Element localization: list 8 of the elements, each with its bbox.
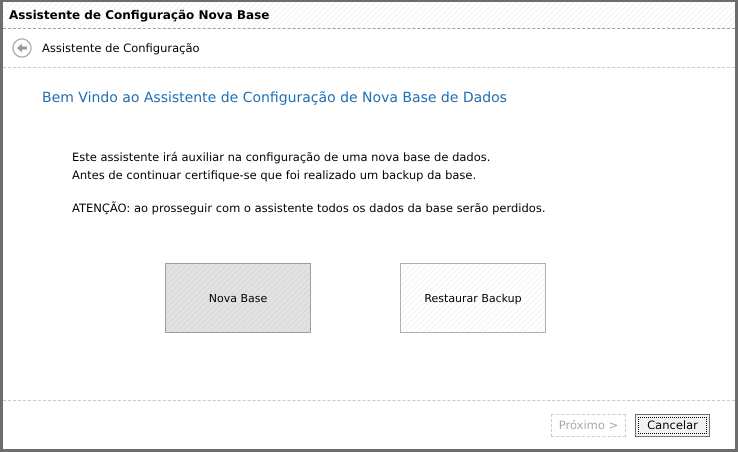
cancel-button[interactable]: Cancelar	[635, 414, 710, 436]
option-button[interactable]: Nova Base	[165, 263, 311, 333]
header-title: Assistente de Configuração	[42, 41, 200, 55]
welcome-heading: Bem Vindo ao Assistente de Configuração de Nova Base de Dados	[42, 90, 508, 106]
window-title: Assistente de Configuração Nova Base	[3, 2, 735, 29]
body-text: Este assistente irá auxiliar na configuração de uma nova base de dados. Antes de continuar certifique-se que foi realizado um backup da base.	[72, 149, 492, 184]
body-text: ATENÇÃO: ao prosseguir com o assistente todos os dados da base serão perdidos.	[72, 200, 546, 217]
option-button[interactable]: Restaurar Backup	[400, 263, 546, 333]
